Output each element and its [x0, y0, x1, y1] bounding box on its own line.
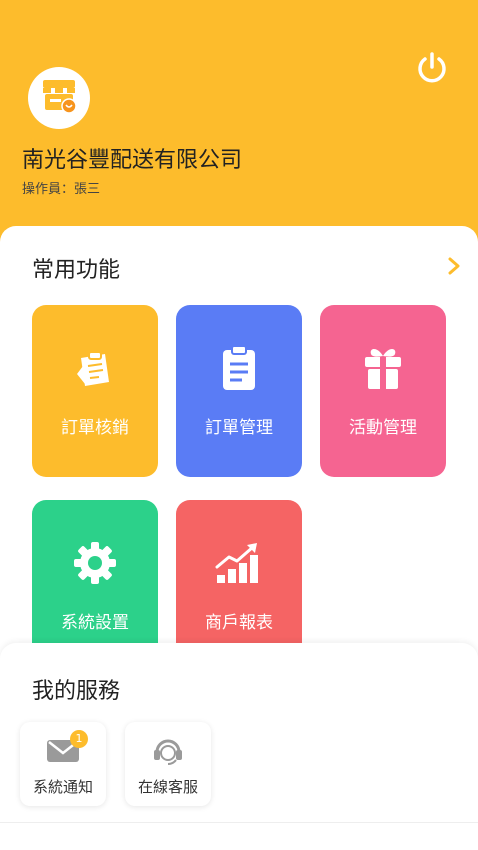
divider — [0, 822, 478, 823]
common-functions-title: 常用功能 — [32, 258, 121, 283]
tile-label: 活動管理 — [349, 418, 417, 438]
tile-order-verify[interactable]: 訂單核銷 — [32, 305, 158, 477]
tile-label: 系統設置 — [61, 613, 129, 633]
headset-icon — [125, 736, 211, 766]
power-icon[interactable] — [414, 50, 450, 86]
gear-icon — [32, 538, 158, 588]
header: 南光谷豐配送有限公司 操作員：張三 — [0, 0, 478, 245]
chevron-right-icon[interactable] — [444, 254, 464, 278]
tile-label: 訂單管理 — [205, 418, 273, 438]
bar-chart-icon — [176, 538, 302, 588]
gift-icon — [320, 343, 446, 393]
service-label: 系統通知 — [32, 778, 93, 796]
clipboard-list-icon — [176, 343, 302, 393]
tile-order-management[interactable]: 訂單管理 — [176, 305, 302, 477]
notification-badge: 1 — [70, 730, 88, 748]
service-online-support[interactable]: 在線客服 — [125, 722, 211, 806]
logo — [28, 67, 90, 129]
tile-label: 訂單核銷 — [61, 418, 129, 438]
service-label: 在線客服 — [137, 778, 198, 796]
company-name: 南光谷豐配送有限公司 — [22, 148, 243, 173]
service-system-notice[interactable]: 1 系統通知 — [20, 722, 106, 806]
operator-label: 操作員：張三 — [22, 182, 101, 197]
tile-event-management[interactable]: 活動管理 — [320, 305, 446, 477]
clipboard-pen-icon — [32, 343, 158, 393]
mail-icon — [20, 736, 106, 766]
my-services-title: 我的服務 — [32, 679, 121, 704]
store-icon — [39, 78, 79, 118]
tile-label: 商戶報表 — [205, 613, 273, 633]
